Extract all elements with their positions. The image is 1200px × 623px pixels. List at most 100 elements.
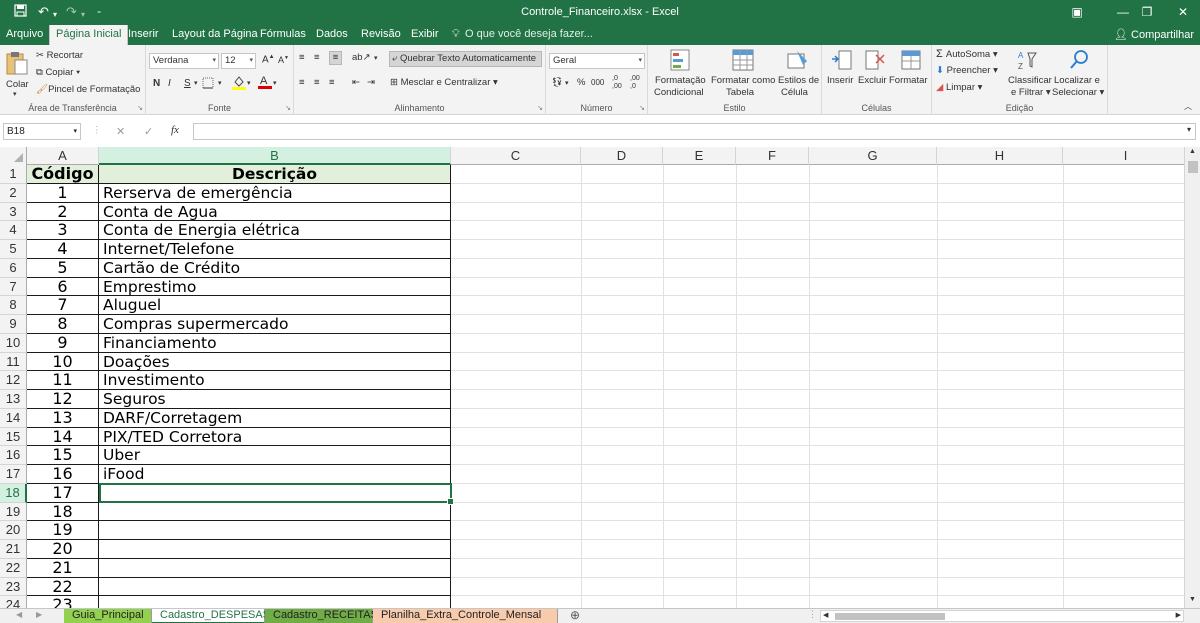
decrease-decimal-button[interactable]: ,00 ,0	[630, 75, 644, 91]
cell-codigo[interactable]: 15	[27, 446, 99, 465]
percent-button[interactable]: %	[577, 77, 585, 88]
row-header[interactable]: 8	[0, 296, 27, 315]
row-header[interactable]: 22	[0, 558, 27, 578]
header-codigo[interactable]: Código	[27, 165, 99, 184]
prev-sheet-icon[interactable]: ◀	[16, 610, 22, 619]
sheet-tab[interactable]: Planilha_Extra_Controle_Mensal	[373, 609, 558, 623]
cell-descricao[interactable]: Internet/Telefone	[99, 240, 451, 259]
spreadsheet-grid[interactable]: A B C D E F G H I 1 Código Descrição 2 1…	[0, 147, 1184, 608]
merge-center-button[interactable]: ⊞ Mesclar e Centralizar ▾	[390, 77, 498, 88]
orientation-icon[interactable]: ab↗	[352, 52, 371, 63]
tab-layout[interactable]: Layout da Página	[172, 25, 258, 45]
ribbon-display-button[interactable]: ▣	[1054, 0, 1100, 25]
row-header[interactable]: 5	[0, 240, 27, 259]
cell-descricao[interactable]	[99, 521, 451, 540]
cell-descricao[interactable]	[99, 483, 451, 503]
scroll-down-icon[interactable]: ▼	[1189, 596, 1196, 603]
conditional-formatting-button[interactable]: Formatação Condicional	[650, 47, 708, 99]
scroll-thumb[interactable]	[1188, 161, 1198, 173]
formula-input[interactable]	[193, 123, 1196, 140]
row-header[interactable]: 3	[0, 202, 27, 222]
decrease-indent-icon[interactable]: ⇤	[352, 77, 360, 88]
cell-descricao[interactable]: Rerserva de emergência	[99, 183, 451, 203]
font-color-icon[interactable]: A	[258, 74, 272, 92]
row-header[interactable]: 9	[0, 315, 27, 334]
insert-cells-button[interactable]: Inserir	[826, 47, 858, 99]
expand-formula-icon[interactable]: ▾	[1187, 125, 1191, 134]
column-header-d[interactable]: D	[581, 147, 663, 165]
font-size-select[interactable]: 12 ▾	[221, 53, 256, 69]
row-header[interactable]: 16	[0, 446, 27, 465]
cell-descricao[interactable]	[99, 596, 451, 608]
cell-codigo[interactable]: 14	[27, 427, 99, 447]
cell-codigo[interactable]: 12	[27, 390, 99, 409]
next-sheet-icon[interactable]: ▶	[36, 610, 42, 619]
cell-descricao[interactable]: Cartão de Crédito	[99, 258, 451, 278]
cell-codigo[interactable]: 9	[27, 333, 99, 353]
format-cells-button[interactable]: Formatar	[889, 47, 930, 99]
borders-dropdown-icon[interactable]: ▾	[218, 79, 222, 87]
format-painter-button[interactable]: 🖌︎Pincel de Formatação	[36, 84, 140, 95]
cell-codigo[interactable]: 23	[27, 596, 99, 608]
horizontal-scroll-thumb[interactable]	[835, 613, 945, 620]
cell-codigo[interactable]: 11	[27, 371, 99, 390]
row-header[interactable]: 21	[0, 540, 27, 559]
fill-color-icon[interactable]	[232, 75, 246, 93]
cell-codigo[interactable]: 13	[27, 408, 99, 428]
cell-codigo[interactable]: 6	[27, 277, 99, 297]
fill-color-dropdown-icon[interactable]: ▾	[247, 79, 251, 87]
underline-button[interactable]: S	[184, 78, 191, 89]
dialog-launcher-icon[interactable]: ↘	[537, 104, 543, 112]
cell-descricao[interactable]	[99, 540, 451, 559]
row-header[interactable]: 10	[0, 333, 27, 353]
increase-indent-icon[interactable]: ⇥	[367, 77, 375, 88]
row-header[interactable]: 1	[0, 165, 27, 184]
vertical-scrollbar[interactable]: ▲ ▼	[1184, 147, 1200, 608]
cell-codigo[interactable]: 2	[27, 202, 99, 222]
column-header-f[interactable]: F	[736, 147, 809, 165]
scroll-up-icon[interactable]: ▲	[1189, 148, 1196, 155]
cell-codigo[interactable]: 19	[27, 521, 99, 540]
cell-descricao[interactable]: Seguros	[99, 390, 451, 409]
header-descricao[interactable]: Descrição	[99, 165, 451, 184]
copy-button[interactable]: ⧉ Copiar ▾	[36, 67, 80, 78]
cell-descricao[interactable]: PIX/TED Corretora	[99, 427, 451, 447]
row-header[interactable]: 14	[0, 408, 27, 428]
cut-button[interactable]: ✂ Recortar	[36, 50, 83, 61]
wrap-text-button[interactable]: ⤶ Quebrar Texto Automaticamente	[389, 51, 542, 67]
column-header-a[interactable]: A	[27, 147, 99, 165]
cell-descricao[interactable]: iFood	[99, 465, 451, 484]
column-header-g[interactable]: G	[809, 147, 937, 165]
row-header[interactable]: 18	[0, 483, 27, 503]
scroll-right-icon[interactable]: ▶	[1176, 611, 1181, 619]
dialog-launcher-icon[interactable]: ↘	[639, 104, 645, 112]
thousands-button[interactable]: 000	[591, 78, 604, 87]
bold-button[interactable]: N	[153, 78, 160, 89]
underline-dropdown-icon[interactable]: ▾	[194, 79, 198, 87]
delete-cells-button[interactable]: Excluir	[858, 47, 892, 99]
cell-codigo[interactable]: 21	[27, 558, 99, 578]
cell-descricao[interactable]: Financiamento	[99, 333, 451, 353]
fill-button[interactable]: ⬇ Preencher ▾	[936, 65, 998, 76]
scroll-left-icon[interactable]: ◀	[823, 611, 828, 619]
cancel-entry-button[interactable]: ✕	[116, 125, 125, 138]
cell-styles-button[interactable]: Estilos de Célula	[776, 47, 820, 99]
tab-dados[interactable]: Dados	[316, 25, 348, 45]
share-button[interactable]: 👤︎ Compartilhar	[1114, 25, 1194, 45]
cell-descricao[interactable]	[99, 558, 451, 578]
insert-function-button[interactable]: fx	[171, 124, 179, 136]
cell-descricao[interactable]: Uber	[99, 446, 451, 465]
cell-descricao[interactable]: Emprestimo	[99, 277, 451, 297]
currency-icon[interactable]: 💱︎	[551, 77, 563, 88]
cell-codigo[interactable]: 18	[27, 502, 99, 522]
name-box[interactable]: B18 ▾	[3, 123, 81, 140]
tab-inserir[interactable]: Inserir	[128, 25, 159, 45]
row-header[interactable]: 12	[0, 371, 27, 390]
row-header[interactable]: 4	[0, 221, 27, 240]
row-header[interactable]: 15	[0, 427, 27, 447]
font-family-select[interactable]: Verdana ▾	[149, 53, 219, 69]
sort-filter-button[interactable]: AZ Classificar e Filtrar ▾	[1006, 47, 1052, 99]
confirm-entry-button[interactable]: ✓	[144, 125, 153, 138]
dialog-launcher-icon[interactable]: ↘	[137, 104, 143, 112]
row-header[interactable]: 19	[0, 502, 27, 522]
